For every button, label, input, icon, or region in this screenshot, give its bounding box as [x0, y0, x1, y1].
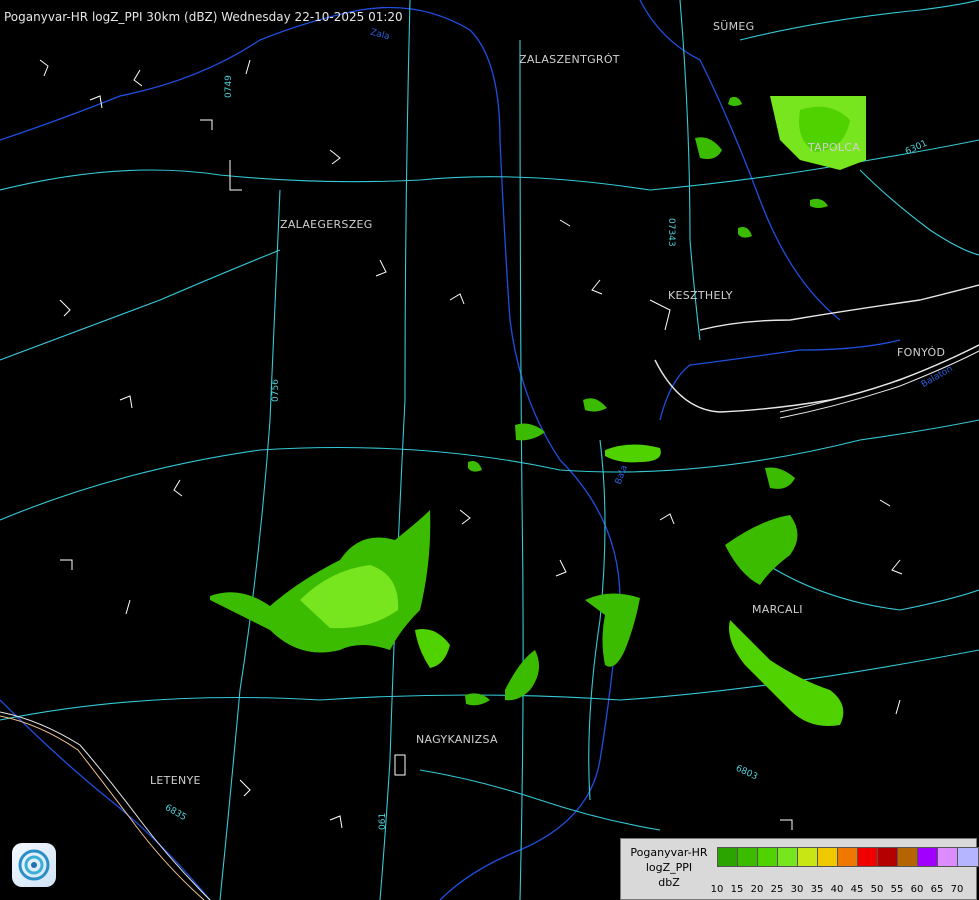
- city-label-zalaszentgrot: ZALASZENTGRÓT: [519, 53, 620, 66]
- legend-tick-label: 60: [910, 884, 924, 895]
- radar-map: [0, 0, 979, 900]
- city-label-tapolca: TAPOLCA: [808, 141, 861, 154]
- dbz-legend: Poganyvar-HR logZ_PPI dbZ 10 15 20 25 30 35 40…: [620, 838, 979, 900]
- legend-swatch: [797, 847, 819, 867]
- legend-tick-label: 50: [870, 884, 884, 895]
- radar-logo-icon: [12, 843, 56, 887]
- city-label-letenye: LETENYE: [150, 774, 201, 787]
- legend-swatch: [757, 847, 779, 867]
- legend-swatch: [837, 847, 859, 867]
- legend-swatch: [737, 847, 759, 867]
- legend-tick-label: 20: [750, 884, 764, 895]
- legend-tick-label: 45: [850, 884, 864, 895]
- city-label-marcali: MARCALI: [752, 603, 803, 616]
- legend-tick-label: 35: [810, 884, 824, 895]
- road-label: 061: [378, 812, 388, 830]
- legend-swatch: [857, 847, 879, 867]
- legend-swatch: [937, 847, 959, 867]
- road-label: 0756: [271, 379, 281, 402]
- legend-tick-label: 65: [930, 884, 944, 895]
- legend-tick-label: 70: [950, 884, 964, 895]
- city-label-fonyod: FONYÓD: [897, 346, 946, 359]
- legend-swatch: [877, 847, 899, 867]
- legend-tick-label: 40: [830, 884, 844, 895]
- legend-swatch: [777, 847, 799, 867]
- city-label-keszthely: KESZTHELY: [668, 289, 733, 302]
- city-label-nagykanizsa: NAGYKANIZSA: [416, 733, 498, 746]
- legend-swatch: [717, 847, 739, 867]
- legend-swatch: [817, 847, 839, 867]
- legend-tick-label: 15: [730, 884, 744, 895]
- legend-swatch: [957, 847, 979, 867]
- legend-swatch: [917, 847, 939, 867]
- legend-swatch: [897, 847, 919, 867]
- city-label-zalaegerszeg: ZALAEGERSZEG: [280, 218, 373, 231]
- map-title: Poganyvar-HR logZ_PPI 30km (dBZ) Wednesd…: [4, 10, 403, 24]
- legend-tick-label: 10: [710, 884, 724, 895]
- legend-tick-label: 25: [770, 884, 784, 895]
- legend-tick-label: 55: [890, 884, 904, 895]
- legend-tick-label: 30: [790, 884, 804, 895]
- legend-title: Poganyvar-HR logZ_PPI dbZ: [630, 846, 708, 889]
- road-label: 0749: [224, 75, 234, 98]
- road-label: 07343: [666, 218, 676, 247]
- city-label-sumeg: SÜMEG: [713, 20, 755, 33]
